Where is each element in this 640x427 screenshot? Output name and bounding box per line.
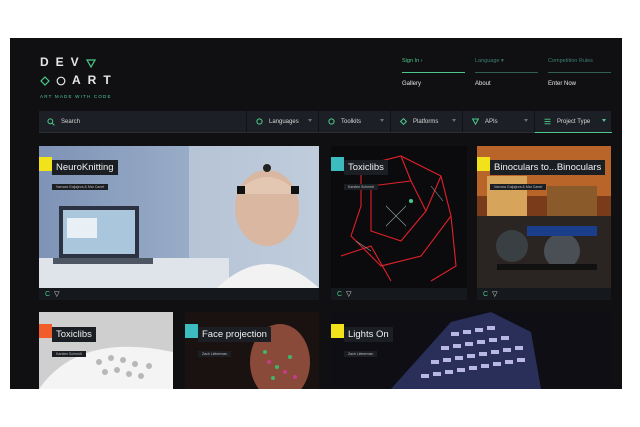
about-link[interactable]: About <box>475 81 538 87</box>
project-card-binoculars[interactable]: Binoculars to...Binoculars Varvara Gulja… <box>477 146 611 300</box>
logo[interactable]: DEV ART ART MADE WITH CODE <box>40 55 118 99</box>
filter-platforms[interactable]: Platforms <box>390 111 462 132</box>
filter-bar: Search Languages Toolkits Platforms APIs… <box>39 111 612 133</box>
project-tag: Face projection Zach Lieberman <box>185 324 271 360</box>
color-swatch <box>331 324 344 338</box>
project-title: Toxiclibs <box>344 160 388 175</box>
chevron-down-icon <box>380 119 384 122</box>
project-card-lights-on[interactable]: Lights On Zach Lieberman <box>331 312 611 389</box>
nav-rules-enter[interactable]: Competition Rules Enter Now <box>548 58 611 87</box>
logo-text-art: ART <box>72 73 118 87</box>
project-tag: Lights On Zach Lieberman <box>331 324 393 360</box>
color-swatch <box>39 157 52 171</box>
filter-platforms-label: Platforms <box>413 118 439 125</box>
project-tag: Toxiclibs Karsten Schmidt <box>39 324 96 360</box>
filter-project-type[interactable]: Project Type <box>534 111 612 133</box>
logo-circle-icon <box>56 76 66 85</box>
project-card-toxiclibs-lattice[interactable]: Toxiclibs Karsten Schmidt <box>39 312 173 389</box>
search-icon <box>47 117 55 126</box>
list-icon <box>543 118 551 126</box>
project-card-face-projection[interactable]: Face projection Zach Lieberman <box>185 312 319 389</box>
app-frame: DEV ART ART MADE WITH CODE Sign In › Gal… <box>10 38 622 389</box>
project-card-toxiclibs[interactable]: Toxiclibs Karsten Schmidt C ▽ <box>331 146 467 300</box>
enter-now-link[interactable]: Enter Now <box>548 81 611 87</box>
project-title: Toxiclibs <box>52 327 96 342</box>
sign-in-link[interactable]: Sign In › <box>402 58 465 73</box>
project-author: Karsten Schmidt <box>52 351 86 357</box>
logo-line-1: DEV <box>40 55 118 70</box>
color-swatch <box>331 157 344 171</box>
project-tag: Toxiclibs Karsten Schmidt <box>331 157 388 193</box>
gallery-link[interactable]: Gallery <box>402 81 465 87</box>
search-input[interactable]: Search <box>39 111 245 132</box>
project-author: Karsten Schmidt <box>344 184 378 190</box>
project-tag: Binoculars to...Binoculars Varvara Gulja… <box>477 157 606 193</box>
c-icon: C <box>337 290 343 298</box>
card-footer: C ▽ <box>477 288 611 300</box>
language-select[interactable]: Language ▾ <box>475 58 538 73</box>
competition-rules-link[interactable]: Competition Rules <box>548 58 611 73</box>
logo-triangle-icon <box>85 58 96 68</box>
logo-tagline: ART MADE WITH CODE <box>40 94 112 99</box>
chevron-down-icon <box>452 119 456 122</box>
card-footer: C ▽ <box>39 288 319 300</box>
filter-toolkits-label: Toolkits <box>341 118 362 125</box>
filter-project-type-label: Project Type <box>557 118 591 125</box>
project-author: Varvara Guljajeva & Mar Canet <box>490 184 547 190</box>
project-title: Lights On <box>344 327 393 342</box>
triangle-icon <box>471 118 479 126</box>
project-title: Face projection <box>198 327 271 342</box>
chevron-down-icon <box>308 119 312 122</box>
logo-text-dev: DEV <box>40 55 86 69</box>
color-swatch <box>185 324 198 338</box>
chevron-down-icon <box>602 119 606 122</box>
filter-toolkits[interactable]: Toolkits <box>318 111 390 132</box>
project-card-neuroknitting[interactable]: NeuroKnitting Varvara Guljajeva & Mar Ca… <box>39 146 319 300</box>
nav-sign-in-gallery[interactable]: Sign In › Gallery <box>402 58 465 87</box>
triangle-icon: ▽ <box>54 291 60 298</box>
color-swatch <box>39 324 52 338</box>
project-author: Zach Lieberman <box>344 351 378 357</box>
project-author: Varvara Guljajeva & Mar Canet <box>52 184 109 190</box>
c-icon: C <box>45 290 51 298</box>
filter-languages[interactable]: Languages <box>246 111 318 132</box>
diamond-icon <box>399 118 407 126</box>
triangle-icon: ▽ <box>492 291 498 298</box>
project-title: NeuroKnitting <box>52 160 118 175</box>
triangle-icon: ▽ <box>346 291 352 298</box>
circle-icon <box>255 118 263 126</box>
project-tag: NeuroKnitting Varvara Guljajeva & Mar Ca… <box>39 157 118 193</box>
project-author: Zach Lieberman <box>198 351 232 357</box>
filter-languages-label: Languages <box>269 118 299 125</box>
filter-apis-label: APIs <box>485 118 498 125</box>
card-footer: C ▽ <box>331 288 467 300</box>
filter-apis[interactable]: APIs <box>462 111 534 132</box>
circle-icon <box>327 118 335 126</box>
color-swatch <box>477 157 490 171</box>
c-icon: C <box>483 290 489 298</box>
search-placeholder: Search <box>61 118 81 125</box>
chevron-down-icon <box>524 119 528 122</box>
logo-diamond-icon <box>40 75 50 86</box>
nav-language-about[interactable]: Language ▾ About <box>475 58 538 87</box>
project-title: Binoculars to...Binoculars <box>490 160 606 175</box>
logo-line-2: ART <box>40 73 118 88</box>
